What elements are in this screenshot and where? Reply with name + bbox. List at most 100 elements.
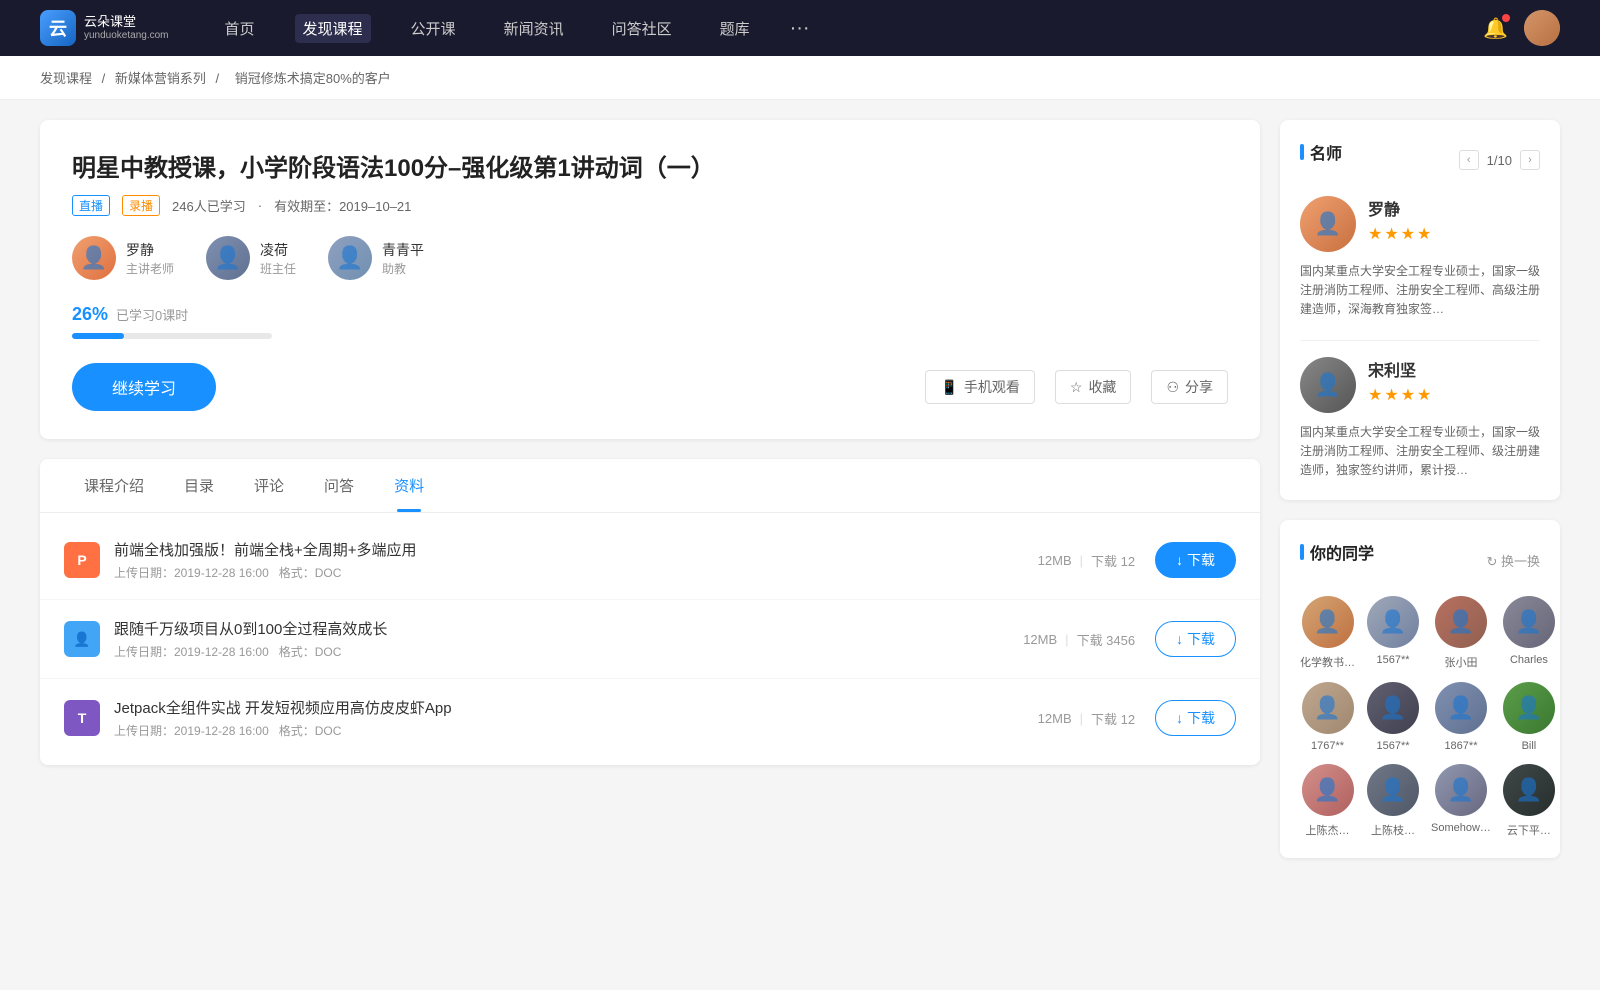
nav-item-qa[interactable]: 问答社区 [604,14,680,43]
teachers-section: 罗静 主讲老师 凌荷 班主任 [72,236,1228,280]
navbar: 云 云朵课堂 yunduoketang.com 首页 发现课程 公开课 新闻资讯… [0,0,1600,56]
classmates-grid: 化学教书… 1567** 张小田 Charles 1767** [1300,596,1540,838]
share-button[interactable]: ⚇ 分享 [1151,370,1228,404]
classmate-item-9[interactable]: 上陈枝… [1367,764,1419,838]
breadcrumb: 发现课程 / 新媒体营销系列 / 销冠修炼术搞定80%的客户 [0,56,1600,100]
resource-stats-0: 12MB | 下载 12 [1038,551,1135,570]
teacher-item-2[interactable]: 青青平 助教 [328,236,424,280]
nav-more-button[interactable]: ··· [790,17,810,40]
breadcrumb-item-discover[interactable]: 发现课程 [40,71,92,86]
sidebar-teacher-name-0: 罗静 [1368,196,1540,220]
teacher-info-0: 罗静 主讲老师 [126,240,174,277]
tabs-section: 课程介绍 目录 评论 问答 资料 P 前端全栈加强版！前端全栈+全周期+多端应用… [40,459,1260,765]
nav-item-home[interactable]: 首页 [217,14,263,43]
classmate-name-10: Somehow… [1431,822,1491,834]
teacher-role-1: 班主任 [260,260,296,277]
course-students: 246人已学习 [172,196,246,215]
teacher-info-2: 青青平 助教 [382,240,424,277]
course-meta: 直播 录播 246人已学习 · 有效期至：2019–10–21 [72,195,1228,216]
resource-info-1: 跟随千万级项目从0到100全过程高效成长 上传日期：2019-12-28 16:… [114,618,1023,660]
nav-item-quiz[interactable]: 题库 [712,14,758,43]
classmate-item-11[interactable]: 云下平… [1503,764,1555,838]
classmate-avatar-6 [1435,682,1487,734]
sidebar-teacher-info-0: 罗静 ★★★★ [1368,196,1540,244]
star-icon: ☆ [1070,379,1083,396]
share-label: 分享 [1185,377,1213,397]
sidebar-teacher-avatar-1 [1300,357,1356,413]
nav-item-news[interactable]: 新闻资讯 [496,14,572,43]
teacher-next-button[interactable]: › [1520,150,1540,170]
logo[interactable]: 云 云朵课堂 yunduoketang.com [40,10,169,46]
notification-bell-icon[interactable]: 🔔 [1483,16,1508,41]
teachers-sidebar-title: 名师 [1300,140,1342,164]
phone-watch-label: 手机观看 [964,377,1020,397]
teacher-avatar-0 [72,236,116,280]
nav-item-discover[interactable]: 发现课程 [295,14,371,43]
classmates-title: 你的同学 [1300,540,1374,564]
resource-info-0: 前端全栈加强版！前端全栈+全周期+多端应用 上传日期：2019-12-28 16… [114,539,1038,581]
tabs-header: 课程介绍 目录 评论 问答 资料 [40,459,1260,513]
resource-title-0: 前端全栈加强版！前端全栈+全周期+多端应用 [114,539,1038,560]
breadcrumb-item-current: 销冠修炼术搞定80%的客户 [235,71,391,86]
tab-resources[interactable]: 资料 [374,459,444,512]
classmate-item-7[interactable]: Bill [1503,682,1555,752]
badge-record: 录播 [122,195,160,216]
classmate-avatar-1 [1367,596,1419,648]
collect-button[interactable]: ☆ 收藏 [1055,370,1132,404]
classmate-item-10[interactable]: Somehow… [1431,764,1491,838]
classmate-name-0: 化学教书… [1300,654,1355,670]
course-valid-until: 有效期至：2019–10–21 [274,196,411,215]
resource-item: T Jetpack全组件实战 开发短视频应用高仿皮皮虾App 上传日期：2019… [40,679,1260,757]
download-button-2[interactable]: ↓ 下载 [1155,700,1236,736]
teacher-item-0[interactable]: 罗静 主讲老师 [72,236,174,280]
classmate-name-2: 张小田 [1431,654,1491,670]
sidebar-teacher-desc-1: 国内某重点大学安全工程专业硕士，国家一级注册消防工程师、注册安全工程师、级注册建… [1300,423,1540,481]
classmates-sidebar-card: 你的同学 ↻ 换一换 化学教书… 1567** 张小田 Cha [1280,520,1560,858]
teacher-divider [1300,340,1540,341]
teacher-prev-button[interactable]: ‹ [1459,150,1479,170]
teacher-role-2: 助教 [382,260,424,277]
tab-review[interactable]: 评论 [234,459,304,512]
classmate-avatar-10 [1435,764,1487,816]
nav-item-public[interactable]: 公开课 [403,14,464,43]
classmate-name-6: 1867** [1431,740,1491,752]
teacher-name-1: 凌荷 [260,240,296,260]
classmate-item-8[interactable]: 上陈杰… [1300,764,1355,838]
resource-item: P 前端全栈加强版！前端全栈+全周期+多端应用 上传日期：2019-12-28 … [40,521,1260,600]
sidebar-teacher-desc-0: 国内某重点大学安全工程专业硕士，国家一级注册消防工程师、注册安全工程师、高级注册… [1300,262,1540,320]
resource-title-1: 跟随千万级项目从0到100全过程高效成长 [114,618,1023,639]
tab-toc[interactable]: 目录 [164,459,234,512]
classmate-item-0[interactable]: 化学教书… [1300,596,1355,670]
teacher-role-0: 主讲老师 [126,260,174,277]
classmate-item-5[interactable]: 1567** [1367,682,1419,752]
course-card: 明星中教授课，小学阶段语法100分–强化级第1讲动词（一） 直播 录播 246人… [40,120,1260,439]
share-icon: ⚇ [1166,379,1179,396]
classmate-item-4[interactable]: 1767** [1300,682,1355,752]
classmate-name-1: 1567** [1367,654,1419,666]
teacher-item-1[interactable]: 凌荷 班主任 [206,236,296,280]
continue-learning-button[interactable]: 继续学习 [72,363,216,411]
classmate-name-9: 上陈枝… [1367,822,1419,838]
phone-watch-button[interactable]: 📱 手机观看 [925,370,1034,404]
sidebar-teacher-item-1: 宋利坚 ★★★★ 国内某重点大学安全工程专业硕士，国家一级注册消防工程师、注册安… [1300,357,1540,481]
tab-qa[interactable]: 问答 [304,459,374,512]
classmate-item-3[interactable]: Charles [1503,596,1555,670]
refresh-classmates-button[interactable]: ↻ 换一换 [1486,551,1540,570]
logo-text: 云朵课堂 yunduoketang.com [84,14,169,42]
badge-live: 直播 [72,195,110,216]
teacher-info-1: 凌荷 班主任 [260,240,296,277]
sidebar-teacher-avatar-0 [1300,196,1356,252]
classmate-item-6[interactable]: 1867** [1431,682,1491,752]
download-button-0[interactable]: ↓ 下载 [1155,542,1236,578]
teachers-sidebar-card: 名师 ‹ 1/10 › 罗静 ★★★★ [1280,120,1560,500]
resource-meta-2: 上传日期：2019-12-28 16:00 格式：DOC [114,722,1038,739]
course-title: 明星中教授课，小学阶段语法100分–强化级第1讲动词（一） [72,148,1228,183]
download-button-1[interactable]: ↓ 下载 [1155,621,1236,657]
classmate-item-1[interactable]: 1567** [1367,596,1419,670]
user-avatar[interactable] [1524,10,1560,46]
tab-intro[interactable]: 课程介绍 [64,459,164,512]
classmate-item-2[interactable]: 张小田 [1431,596,1491,670]
breadcrumb-item-series[interactable]: 新媒体营销系列 [115,71,206,86]
classmate-name-3: Charles [1503,654,1555,666]
classmate-name-5: 1567** [1367,740,1419,752]
